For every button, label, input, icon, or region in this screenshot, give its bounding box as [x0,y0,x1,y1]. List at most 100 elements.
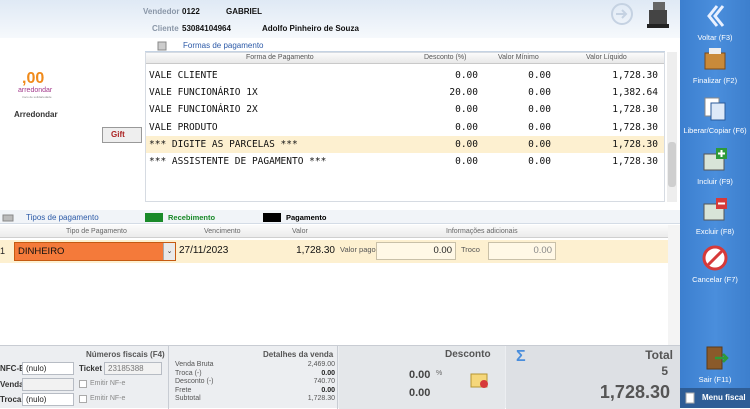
menu-fiscal-button[interactable]: Menu fiscal [680,388,750,408]
bottom-panel: Números fiscais (F4) NFC-E (nulo) Ticket… [0,345,680,409]
cliente-name: Adolfo Pinheiro de Souza [262,24,359,33]
chevron-down-icon[interactable]: ⌄ [163,243,175,260]
remove-icon [703,198,727,221]
sair-button[interactable]: Sair (F11) [680,344,750,384]
logo-sub: arredondar [18,87,53,94]
forma-desconto: 0.00 [455,121,478,133]
voltar-button[interactable]: Voltar (F3) [680,2,750,42]
formas-scrollbar[interactable] [667,52,677,202]
logo-text: ,00 [22,70,45,87]
detalhes-row: Venda Bruta 2,469.00 [175,361,335,370]
liberar-label: Liberar/Copiar (F6) [683,126,747,135]
forma-desconto: 0.00 [455,155,478,167]
tipo-select[interactable]: DINHEIRO ⌄ [14,242,176,261]
forma-name: VALE PRODUTO [149,121,218,133]
forma-row[interactable]: VALE FUNCIONÁRIO 1X 20.00 0.00 1,382.64 [146,84,664,101]
sigma-icon: Σ [516,348,526,365]
desconto-pct: 0.00 [409,369,431,381]
forma-name: *** DIGITE AS PARCELAS *** [149,138,298,150]
detalhes-row: Troca (-) 0.00 [175,370,335,379]
detalhes-list: Venda Bruta 2,469.00 Troca (-) 0.00 Descon… [175,361,335,404]
detalhes-label: Desconto (-) [175,378,214,385]
detalhes-title: Detalhes da venda [263,350,334,359]
liberar-button[interactable]: Liberar/Copiar (F6) [680,95,750,135]
emitir-nfe-checkbox-2[interactable] [79,395,87,403]
forma-liquido: 1,728.30 [612,104,658,116]
gift-button[interactable]: Gift [102,127,142,143]
forma-row-selected[interactable]: *** DIGITE AS PARCELAS *** 0.00 0.00 1,7… [146,135,664,153]
detail-scrollbar[interactable] [668,225,680,345]
emitir-nfe-checkbox[interactable] [79,380,87,388]
detalhes-row: Desconto (-) 740.70 [175,378,335,387]
ticket-input[interactable]: 23185388 [104,362,162,375]
scrollbar-thumb[interactable] [668,142,676,187]
excluir-button[interactable]: Excluir (F8) [680,196,750,236]
forma-desconto: 0.00 [455,104,478,116]
incluir-button[interactable]: Incluir (F9) [680,146,750,186]
col-valor: Valor [292,228,308,235]
payment-row[interactable]: 1 DINHEIRO ⌄ 27/11/2023 1,728.30 Valor p… [0,240,668,263]
forma-row[interactable]: VALE PRODUTO 0.00 0.00 1,728.30 [146,119,664,136]
finalizar-label: Finalizar (F2) [692,76,738,85]
forma-minimo: 0.00 [528,104,551,116]
forma-name: VALE FUNCIONÁRIO 1X [149,87,258,99]
pagamento-swatch [263,213,281,222]
cancelar-button[interactable]: Cancelar (F7) [680,244,750,284]
valor-pago-input[interactable]: 0.00 [376,242,456,260]
recebimento-swatch [145,213,163,222]
detalhes-value: 2,469.00 [307,361,335,368]
venda-input[interactable] [22,378,74,391]
discount-tag-icon[interactable] [469,370,491,390]
forma-liquido: 1,728.30 [612,70,658,81]
col-tipo: Tipo de Pagamento [66,228,127,235]
vendedor-code: 0122 [182,7,200,16]
troco-input[interactable]: 0.00 [488,242,556,260]
troca-input[interactable]: (nulo) [22,393,74,406]
detail-grid: Tipo de Pagamento Vencimento Valor Infor… [0,225,668,345]
forma-desconto: 0.00 [455,138,478,150]
receipt-icon [685,392,695,404]
payment-row-index: 1 [0,246,6,256]
recebimento-label: Recebimento [168,213,216,222]
logo-tiny: troco de solidariedade [22,95,52,99]
tipos-bar: Tipos de pagamento Recebimento Pagamento [0,210,680,224]
exit-door-icon [706,346,729,370]
valor-pago-label: Valor pago [340,245,376,254]
forma-desconto: 0.00 [455,70,478,81]
forma-row[interactable]: VALE FUNCIONÁRIO 2X 0.00 0.00 1,728.30 [146,101,664,118]
desconto-pct-sign: % [436,370,443,377]
ticket-label: Ticket [79,364,102,373]
voltar-label: Voltar (F3) [697,33,733,42]
col-liquido: Valor Líquido [586,54,627,61]
desconto-value: 0.00 [409,387,431,399]
cash-register-icon [647,2,669,28]
col-minimo: Valor Mínimo [498,54,539,61]
emitir-nfe-label: Emitir NF-e [90,380,126,387]
desconto-title: Desconto [445,349,491,360]
forma-row[interactable]: *** ASSISTENTE DE PAGAMENTO *** 0.00 0.0… [146,153,664,170]
copy-icon [704,97,726,121]
back-arrows-icon [707,5,725,27]
forma-minimo: 0.00 [528,138,551,150]
forma-row[interactable]: VALE CLIENTE 0.00 0.00 1,728.30 [146,67,664,84]
emitir-nfe-label-2: Emitir NF-e [90,395,126,402]
fiscal-title: Números fiscais (F4) [86,350,165,359]
menu-fiscal-label: Menu fiscal [702,393,746,402]
detalhes-value: 0.00 [321,369,335,377]
nfce-input[interactable]: (nulo) [22,362,74,375]
total-title: Total [645,348,673,362]
forma-liquido: 1,382.64 [612,87,658,99]
detalhes-label: Venda Bruta [175,361,214,368]
forma-liquido: 1,728.30 [612,155,658,167]
detalhes-value: 0.00 [321,386,335,394]
vendedor-label: Vendedor [143,7,180,16]
forma-liquido: 1,728.30 [612,121,658,133]
document-icon [157,41,167,51]
forma-name: VALE CLIENTE [149,70,218,81]
detalhes-label: Troca (-) [175,369,202,377]
finalizar-button[interactable]: Finalizar (F2) [680,45,750,85]
forma-minimo: 0.00 [528,87,551,99]
cancelar-label: Cancelar (F7) [692,275,738,284]
cash-register-icon [704,48,726,70]
venda-label: Venda [0,380,24,389]
